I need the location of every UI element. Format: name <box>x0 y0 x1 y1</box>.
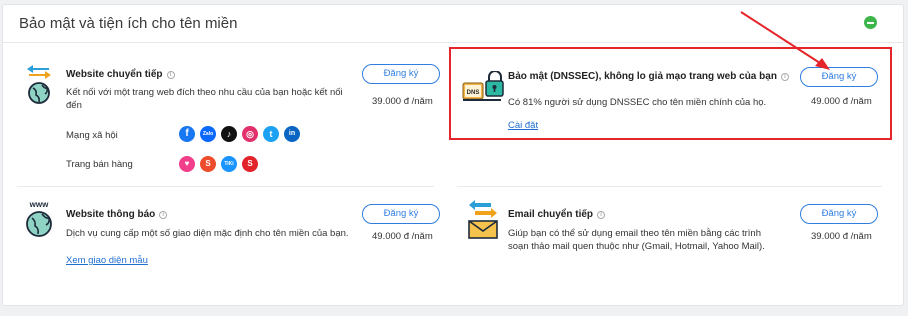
annotation-arrow-icon <box>740 11 830 70</box>
